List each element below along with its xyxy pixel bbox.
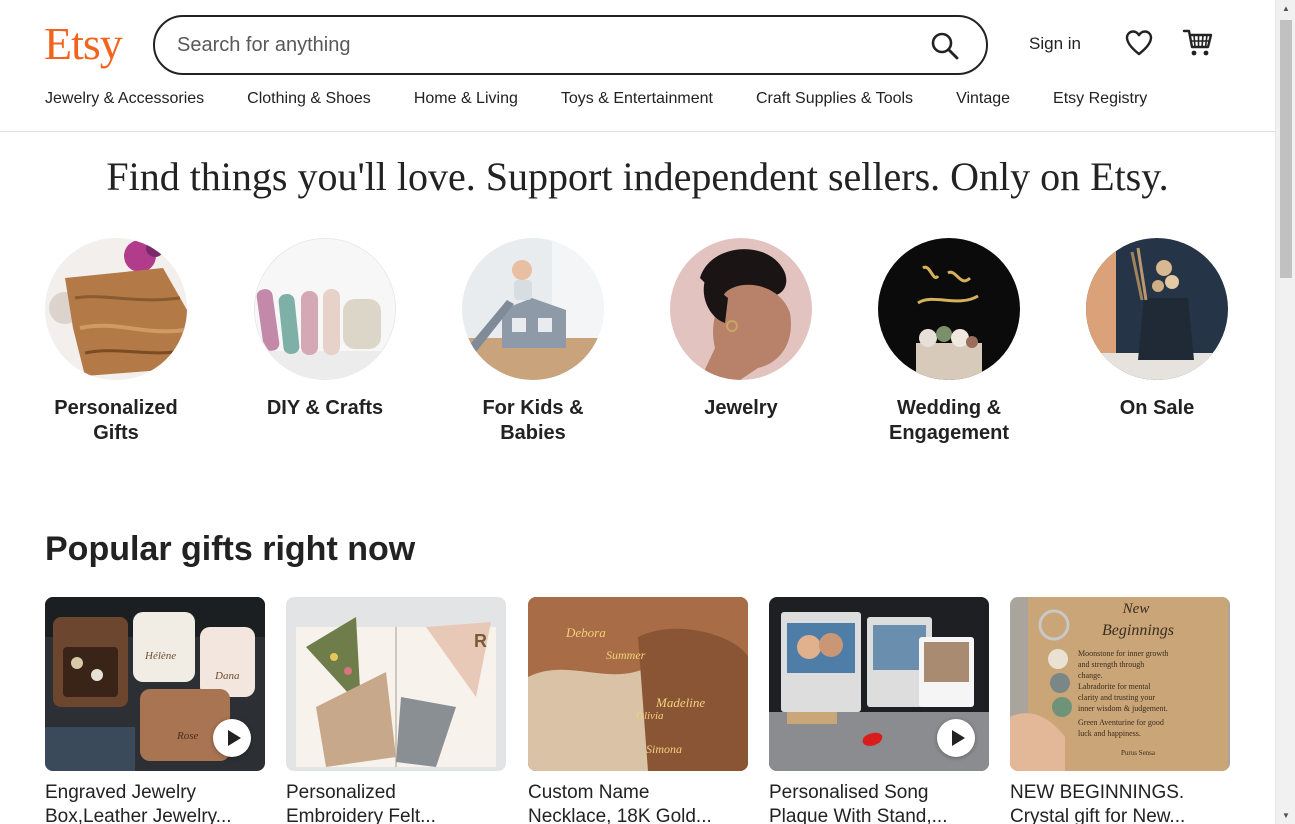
scroll-down-arrow[interactable]: ▼: [1276, 807, 1295, 824]
cart-button[interactable]: [1182, 27, 1214, 59]
play-video-button[interactable]: [937, 719, 975, 757]
nav-item-clothing-shoes[interactable]: Clothing & Shoes: [247, 90, 371, 108]
product-title-line2: Embroidery Felt...: [286, 806, 436, 824]
category-label-line1: For Kids &: [482, 397, 584, 419]
card-text-line: Moonstone for inner growth: [1078, 649, 1168, 658]
header: Etsy Sign in: [0, 0, 1275, 132]
category-on-sale[interactable]: On Sale: [1077, 238, 1237, 421]
product-title: NEW BEGINNINGS. Crystal gift for New...: [1010, 781, 1230, 824]
category-label-line2: Engagement: [888, 422, 1010, 444]
search-icon: [931, 32, 959, 60]
search-input[interactable]: [177, 31, 897, 59]
category-wedding-engagement[interactable]: Wedding & Engagement: [869, 238, 1029, 446]
necklace-name: Simona: [646, 742, 682, 756]
product-title-line1: Custom Name: [528, 782, 650, 803]
category-label-line1: Wedding &: [896, 397, 1002, 419]
category-diy-crafts[interactable]: DIY & Crafts: [245, 238, 405, 421]
scroll-thumb[interactable]: [1280, 20, 1292, 278]
favorites-button[interactable]: [1124, 28, 1154, 58]
page: Etsy Sign in: [0, 0, 1275, 824]
category-image: [254, 238, 396, 380]
product-title-line2: Crystal gift for New...: [1010, 806, 1186, 824]
scroll-up-arrow[interactable]: ▲: [1276, 0, 1295, 17]
product-card[interactable]: Debora Summer Madeline Olivia Simona Cus…: [528, 597, 748, 824]
product-card[interactable]: Personalised Song Plaque With Stand,...: [769, 597, 989, 824]
category-image: [878, 238, 1020, 380]
necklace-name: Debora: [565, 625, 606, 640]
nav-item-craft-supplies-tools[interactable]: Craft Supplies & Tools: [756, 90, 913, 108]
category-image: [1086, 238, 1228, 380]
product-image: New Beginnings Moonstone for inner growt…: [1010, 597, 1230, 771]
nav-item-etsy-registry[interactable]: Etsy Registry: [1053, 90, 1147, 108]
play-video-button[interactable]: [213, 719, 251, 757]
category-label-line2: Gifts: [93, 422, 139, 444]
category-label-line2: Babies: [500, 422, 566, 444]
hero-tagline: Find things you'll love. Support indepen…: [106, 154, 1169, 199]
product-image: [769, 597, 989, 771]
category-jewelry[interactable]: Jewelry: [661, 238, 821, 421]
product-card[interactable]: New Beginnings Moonstone for inner growt…: [1010, 597, 1230, 824]
product-title-line2: Necklace, 18K Gold...: [528, 806, 712, 824]
card-text-line: clarity and trusting your: [1078, 693, 1155, 702]
card-text-line: luck and happiness.: [1078, 729, 1141, 738]
category-label-line1: Jewelry: [704, 397, 778, 419]
card-text-line: New: [1122, 601, 1150, 617]
card-text-line: change.: [1078, 671, 1103, 680]
cart-icon: [1182, 29, 1213, 56]
category-image: [45, 238, 187, 380]
category-label-line1: DIY & Crafts: [266, 397, 384, 419]
product-card[interactable]: Hélène Dana Rose Engraved Jewelry Box,Le…: [45, 597, 265, 824]
card-text-line: and strength through: [1078, 660, 1144, 669]
card-text-line: inner wisdom & judgement.: [1078, 704, 1168, 713]
category-label-line1: Personalized: [54, 397, 178, 419]
category-image: [670, 238, 812, 380]
product-title: Personalised Song Plaque With Stand,...: [769, 781, 989, 824]
search-button[interactable]: [930, 31, 960, 61]
search-bar[interactable]: [153, 15, 988, 75]
page-scrollbar[interactable]: ▲ ▼: [1275, 0, 1295, 824]
product-title-line1: Personalized: [286, 782, 396, 803]
box-engraving: Rose: [176, 730, 199, 742]
necklace-name: Olivia: [636, 710, 664, 722]
necklace-name: Madeline: [655, 695, 705, 710]
etsy-logo[interactable]: Etsy: [44, 16, 123, 72]
product-title: Personalized Embroidery Felt...: [286, 781, 506, 824]
section-title: Popular gifts right now: [45, 530, 416, 568]
card-text-line: Beginnings: [1102, 622, 1174, 639]
category-image: [462, 238, 604, 380]
nav-item-jewelry-accessories[interactable]: Jewelry & Accessories: [45, 90, 204, 108]
category-kids-babies[interactable]: For Kids & Babies: [453, 238, 613, 446]
product-title: Engraved Jewelry Box,Leather Jewelry...: [45, 781, 265, 824]
heart-icon: [1125, 30, 1153, 56]
necklace-name: Summer: [606, 648, 646, 662]
nav-item-vintage[interactable]: Vintage: [956, 90, 1010, 108]
category-personalized-gifts[interactable]: Personalized Gifts: [36, 238, 196, 446]
sign-in-link[interactable]: Sign in: [1029, 34, 1081, 54]
card-text-line: Green Aventurine for good: [1078, 718, 1164, 727]
product-title-line1: Engraved Jewelry: [45, 782, 197, 803]
product-card[interactable]: R Personalized Embroidery Felt...: [286, 597, 506, 824]
product-title-line1: Personalised Song: [769, 782, 929, 803]
product-title-line1: NEW BEGINNINGS.: [1010, 782, 1185, 803]
category-label-line1: On Sale: [1119, 397, 1195, 419]
card-text-line: Purus Sensa: [1121, 749, 1156, 757]
svg-text:R: R: [474, 631, 487, 651]
nav-item-toys-entertainment[interactable]: Toys & Entertainment: [561, 90, 713, 108]
product-image: Debora Summer Madeline Olivia Simona: [528, 597, 748, 771]
box-engraving: Hélène: [144, 650, 176, 662]
card-text-line: Labradorite for mental: [1078, 682, 1151, 691]
product-title-line2: Plaque With Stand,...: [769, 806, 948, 824]
product-title: Custom Name Necklace, 18K Gold...: [528, 781, 748, 824]
box-engraving: Dana: [214, 670, 240, 682]
category-nav: Jewelry & Accessories Clothing & Shoes H…: [45, 90, 1147, 108]
product-image: Hélène Dana Rose: [45, 597, 265, 771]
product-title-line2: Box,Leather Jewelry...: [45, 806, 232, 824]
nav-item-home-living[interactable]: Home & Living: [414, 90, 518, 108]
product-image: R: [286, 597, 506, 771]
